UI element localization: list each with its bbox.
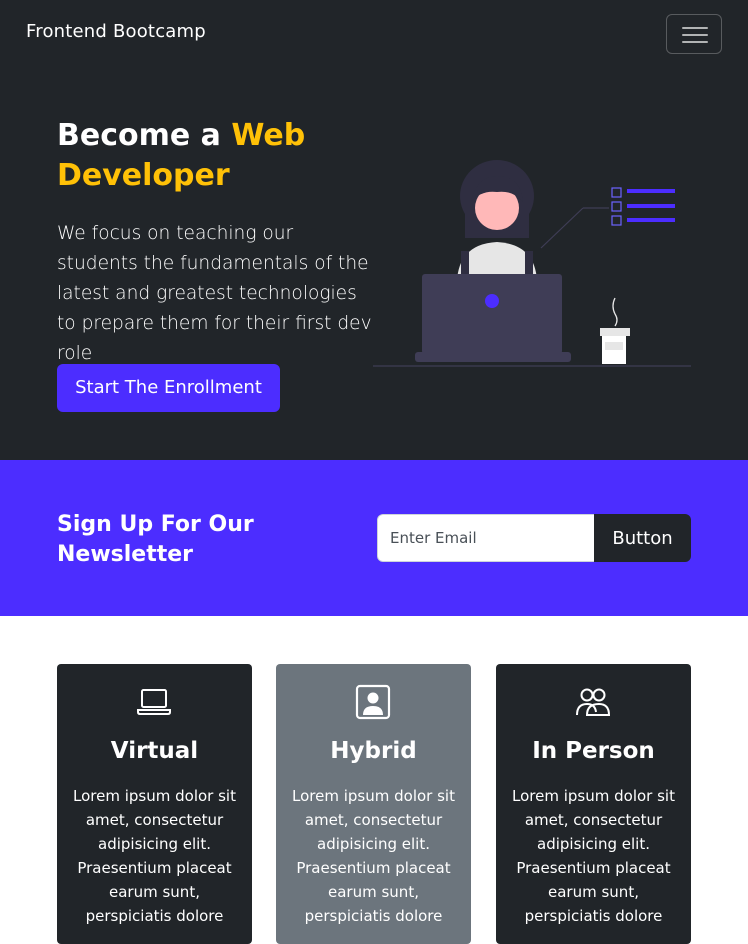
hamburger-menu-icon — [682, 27, 708, 29]
newsletter-section: Sign Up For Our Newsletter Button — [0, 460, 748, 616]
woman-at-laptop-illustration — [373, 160, 691, 367]
card-text: Lorem ipsum dolor sit amet, consectetur … — [73, 787, 236, 925]
card-text: Lorem ipsum dolor sit amet, consectetur … — [292, 787, 455, 925]
navbar-brand[interactable]: Frontend Bootcamp — [26, 21, 206, 42]
start-enrollment-button[interactable]: Start The Enrollment — [57, 364, 280, 412]
card-text: Lorem ipsum dolor sit amet, consectetur … — [512, 787, 675, 925]
card-title: In Person — [532, 738, 655, 764]
hero-lead-text: We focus on teaching our students the fu… — [57, 223, 372, 364]
card-hybrid: Hybrid Lorem ipsum dolor sit amet, conse… — [276, 664, 471, 944]
hero-section: Become a Web Developer We focus on teach… — [0, 68, 748, 460]
email-input[interactable] — [377, 514, 595, 562]
laptop-icon — [137, 689, 171, 715]
newsletter-submit-button[interactable]: Button — [594, 514, 691, 562]
card-virtual: Virtual Lorem ipsum dolor sit amet, cons… — [57, 664, 252, 944]
card-title: Virtual — [110, 738, 199, 764]
hero-title: Become a Web Developer — [57, 116, 377, 196]
card-in-person: In Person Lorem ipsum dolor sit amet, co… — [496, 664, 691, 944]
person-badge-icon — [355, 684, 391, 720]
navbar-toggler-button[interactable] — [666, 14, 722, 54]
hero-title-prefix: Become a — [57, 118, 232, 153]
newsletter-title: Sign Up For Our Newsletter — [57, 512, 254, 567]
people-icon — [576, 688, 611, 716]
card-title: Hybrid — [330, 738, 417, 764]
navbar: Frontend Bootcamp — [0, 0, 748, 68]
